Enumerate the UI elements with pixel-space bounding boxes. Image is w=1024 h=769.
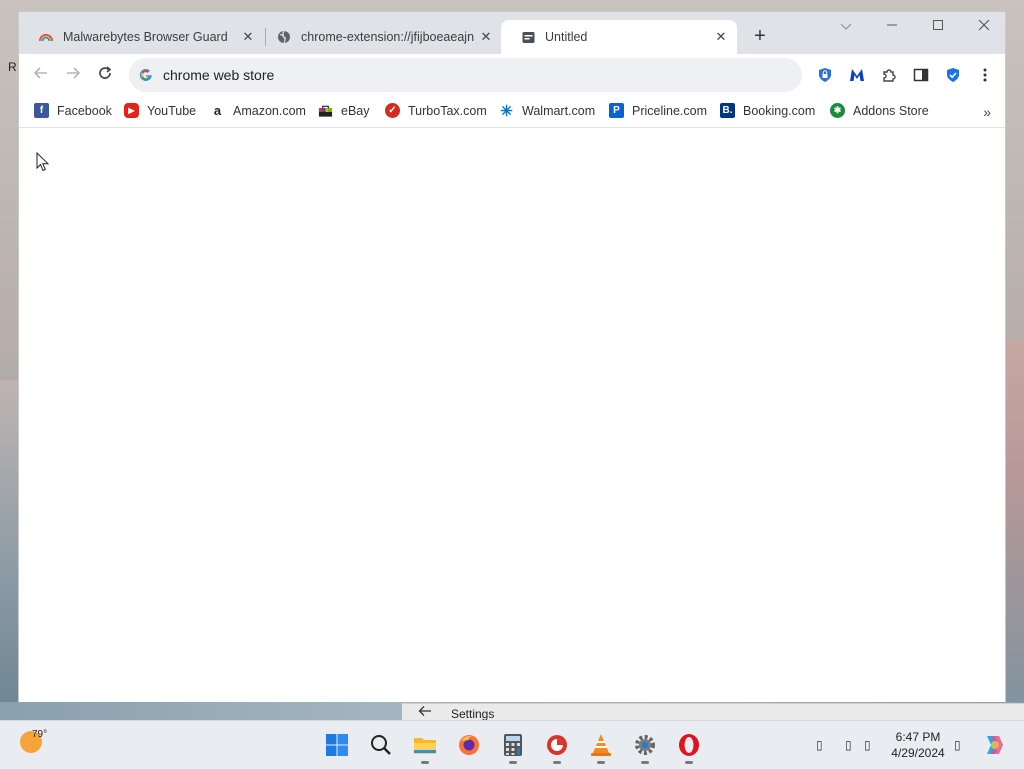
globe-icon	[277, 30, 291, 44]
tray-network-icon[interactable]: ▯	[845, 738, 852, 752]
opera-icon[interactable]	[676, 732, 702, 764]
youtube-icon: ▶	[124, 103, 139, 118]
weather-temperature: 79°	[32, 729, 48, 740]
calculator-icon[interactable]	[500, 732, 526, 764]
running-indicator	[597, 761, 605, 764]
new-tab-button[interactable]: +	[749, 26, 771, 46]
firefox-icon[interactable]	[456, 732, 482, 758]
bookmark-walmart[interactable]: ✳ Walmart.com	[499, 102, 596, 120]
settings-window-strip[interactable]: Settings	[402, 703, 1024, 721]
priceline-icon: P	[609, 103, 624, 118]
running-indicator	[685, 761, 693, 764]
bookmark-label: YouTube	[147, 103, 197, 118]
page-icon	[521, 30, 535, 44]
browser-window: Malwarebytes Browser Guard ✕ chrome-exte…	[18, 11, 1006, 702]
weather-widget[interactable]: 79°	[20, 729, 47, 753]
bitwarden-icon[interactable]	[815, 65, 835, 85]
bookmark-label: Priceline.com	[632, 103, 708, 118]
ebay-icon	[318, 103, 333, 118]
back-arrow-icon[interactable]	[31, 65, 51, 85]
maximize-icon[interactable]	[927, 18, 949, 34]
wallpaper-left-edge	[0, 380, 20, 710]
title-bar: Malwarebytes Browser Guard ✕ chrome-exte…	[19, 12, 1005, 54]
facebook-icon: f	[34, 103, 49, 118]
address-bar-text: chrome web store	[163, 67, 275, 83]
running-indicator	[641, 761, 649, 764]
bookmark-label: Amazon.com	[233, 103, 306, 118]
bookmark-amazon[interactable]: a Amazon.com	[210, 103, 306, 118]
close-icon[interactable]: ✕	[713, 29, 729, 45]
tab-separator	[265, 28, 266, 46]
taskbar: 79° ▯ ▯ ▯ 6:47 PM 4/29/2024 ▯	[0, 720, 1024, 769]
bookmark-youtube[interactable]: ▶ YouTube	[124, 103, 196, 118]
google-icon	[139, 68, 153, 82]
walmart-icon: ✳	[500, 102, 513, 120]
puzzle-icon[interactable]	[879, 65, 899, 85]
minimize-icon[interactable]	[881, 18, 903, 34]
close-window-icon[interactable]	[973, 18, 995, 34]
settings-gear-icon[interactable]	[632, 732, 658, 764]
bookmark-turbotax[interactable]: ✓ TurboTax.com	[385, 103, 487, 118]
file-explorer-icon[interactable]	[412, 732, 438, 764]
copilot-icon[interactable]	[980, 732, 1006, 758]
close-icon[interactable]: ✕	[478, 29, 494, 45]
clock-time: 6:47 PM	[895, 730, 941, 744]
booking-icon: B.	[720, 103, 735, 118]
bookmark-label: Walmart.com	[522, 103, 596, 118]
notification-icon[interactable]: ▯	[954, 738, 961, 752]
reload-icon[interactable]	[95, 65, 115, 85]
desktop-icon-label: R	[8, 60, 17, 74]
address-bar[interactable]: chrome web store	[129, 58, 802, 92]
page-content[interactable]	[19, 128, 1005, 702]
tab-title: Malwarebytes Browser Guard	[63, 30, 228, 44]
bookmark-label: eBay	[341, 103, 370, 118]
clock-date: 4/29/2024	[891, 746, 945, 760]
toolbar: chrome web store	[19, 54, 1005, 96]
bookmark-facebook[interactable]: f Facebook	[34, 103, 112, 118]
tab-malwarebytes[interactable]: Malwarebytes Browser Guard ✕	[19, 20, 264, 54]
amazon-icon: a	[213, 103, 222, 118]
rainbow-icon	[39, 30, 53, 44]
bookmark-ebay[interactable]: eBay	[318, 103, 370, 118]
turbotax-icon: ✓	[385, 103, 400, 118]
bookmark-addons-store[interactable]: ✱ Addons Store	[830, 103, 929, 118]
tab-chrome-extension[interactable]: chrome-extension://jfijboeaeajn ✕	[267, 20, 502, 54]
malwarebytes-icon[interactable]	[847, 65, 867, 85]
bookmark-label: TurboTax.com	[408, 103, 487, 118]
bookmark-label: Addons Store	[853, 103, 929, 118]
search-icon[interactable]	[368, 732, 394, 758]
bookmark-label: Facebook	[57, 103, 112, 118]
sidepanel-icon[interactable]	[911, 65, 931, 85]
cleaner-icon[interactable]	[544, 732, 570, 764]
tab-search-icon[interactable]	[835, 18, 857, 34]
vlc-icon[interactable]	[588, 732, 614, 764]
tab-untitled[interactable]: Untitled ✕	[501, 20, 737, 54]
bookmark-booking[interactable]: B. Booking.com	[720, 103, 815, 118]
bookmark-label: Booking.com	[743, 103, 816, 118]
tray-volume-icon[interactable]: ▯	[864, 738, 871, 752]
kebab-menu-icon[interactable]	[975, 65, 995, 85]
wallpaper-right-edge	[1006, 340, 1024, 710]
back-arrow-icon[interactable]	[418, 705, 432, 720]
tab-title: chrome-extension://jfijboeaeajn	[301, 30, 475, 44]
running-indicator	[421, 761, 429, 764]
tray-icon[interactable]: ▯	[816, 738, 823, 752]
shield-icon[interactable]	[943, 65, 963, 85]
close-icon[interactable]: ✕	[240, 29, 256, 45]
system-clock[interactable]: 6:47 PM 4/29/2024	[886, 729, 950, 761]
forward-arrow-icon[interactable]	[63, 65, 83, 85]
mouse-pointer-icon	[36, 151, 50, 177]
settings-title: Settings	[451, 707, 495, 721]
bookmarks-bar: f Facebook ▶ YouTube a Amazon.com eBay ✓…	[19, 96, 1005, 128]
windows-start-icon[interactable]	[324, 732, 350, 758]
bookmark-priceline[interactable]: P Priceline.com	[609, 103, 707, 118]
running-indicator	[509, 761, 517, 764]
running-indicator	[553, 761, 561, 764]
tab-title: Untitled	[545, 30, 588, 44]
addons-icon: ✱	[830, 103, 845, 118]
bookmarks-overflow-chevron[interactable]: »	[983, 104, 991, 120]
